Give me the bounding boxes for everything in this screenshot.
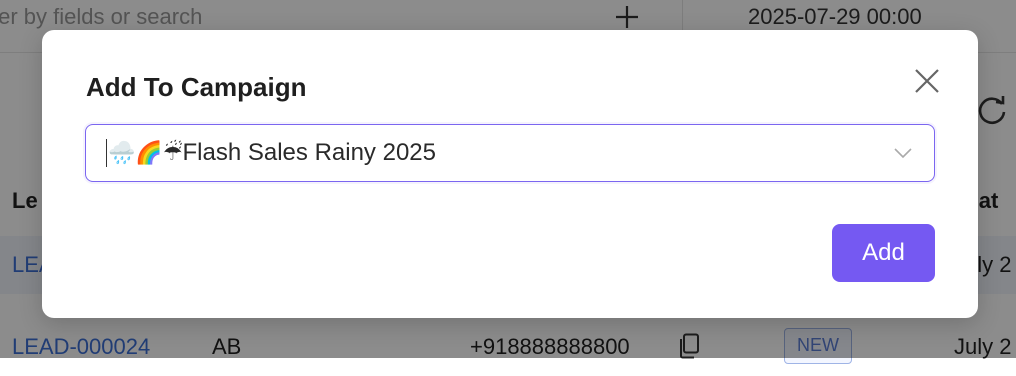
campaign-select-value: 🌧️🌈☔Flash Sales Rainy 2025 xyxy=(108,125,436,181)
text-caret xyxy=(106,139,107,167)
dialog-title: Add To Campaign xyxy=(86,72,307,102)
close-icon[interactable] xyxy=(910,64,944,98)
add-to-campaign-dialog: Add To Campaign 🌧️🌈☔Flash Sales Rainy 20… xyxy=(42,30,978,318)
campaign-emoji: 🌧️🌈☔ xyxy=(108,140,183,165)
campaign-select[interactable]: 🌧️🌈☔Flash Sales Rainy 2025 xyxy=(85,124,935,182)
chevron-down-icon[interactable] xyxy=(892,142,914,164)
campaign-name: Flash Sales Rainy 2025 xyxy=(182,139,436,166)
add-button[interactable]: Add xyxy=(832,224,935,282)
